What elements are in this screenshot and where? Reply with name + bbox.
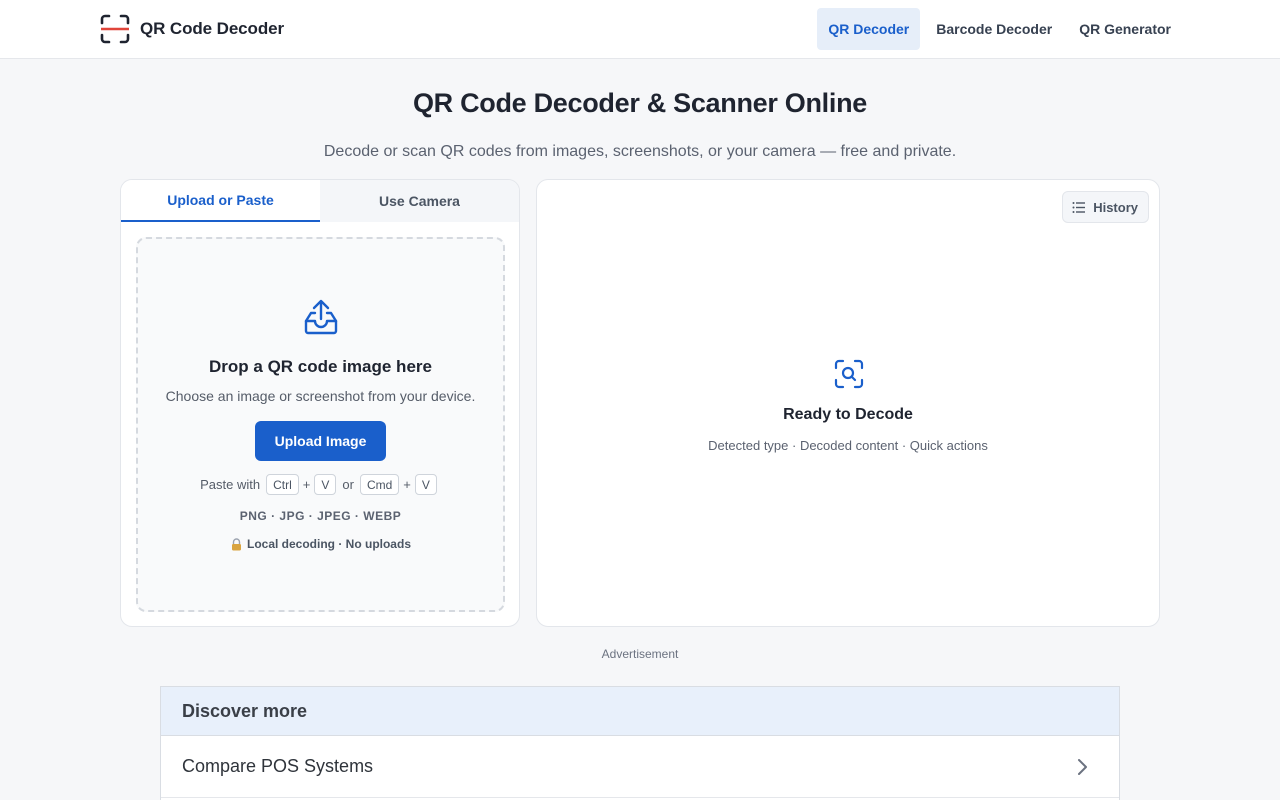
- result-card: History Ready to Decode Detected type · …: [536, 179, 1160, 627]
- dropzone-title: Drop a QR code image here: [209, 357, 432, 376]
- upload-tray-icon: [304, 299, 338, 335]
- key-v: V: [314, 474, 337, 495]
- list-icon: [1072, 201, 1086, 213]
- page-title: QR Code Decoder & Scanner Online: [412, 88, 867, 118]
- lock-icon: [231, 537, 241, 550]
- history-button[interactable]: History: [1062, 191, 1149, 223]
- chevron-right-icon: [1078, 758, 1087, 775]
- tab-upload-paste[interactable]: Upload or Paste: [121, 180, 320, 222]
- advertisement-label: Advertisement: [601, 647, 679, 661]
- paste-prefix: Paste with: [200, 477, 261, 492]
- nav-barcode-decoder[interactable]: Barcode Decoder: [925, 8, 1063, 50]
- scan-search-icon: [834, 359, 864, 389]
- top-navbar: QR Code Decoder QR Decoder Barcode Decod…: [0, 0, 1280, 59]
- privacy-text: Local decoding · No uploads: [246, 537, 411, 551]
- discover-title: Discover more: [161, 687, 1119, 736]
- upload-image-button[interactable]: Upload Image: [255, 421, 386, 461]
- tab-use-camera[interactable]: Use Camera: [320, 180, 519, 222]
- key-cmd: Cmd: [359, 474, 400, 495]
- input-card: Upload or Paste Use Camera Drop a QR cod…: [120, 179, 520, 627]
- scan-frame-icon: [100, 14, 130, 44]
- discover-item-label: Compare POS Systems: [182, 756, 374, 776]
- nav-qr-decoder[interactable]: QR Decoder: [817, 8, 921, 50]
- dropzone-subtitle: Choose an image or screenshot from your …: [165, 388, 476, 404]
- main-nav: QR Decoder Barcode Decoder QR Generator: [812, 8, 1182, 50]
- ready-title: Ready to Decode: [783, 406, 913, 423]
- paste-hint: Paste with Ctrl + V or Cmd + V: [138, 474, 503, 495]
- key-ctrl: Ctrl: [266, 474, 299, 495]
- page-subtitle: Decode or scan QR codes from images, scr…: [323, 143, 957, 160]
- supported-formats: PNG · JPG · JPEG · WEBP: [239, 509, 402, 523]
- discover-item[interactable]: Compare POS Systems: [161, 736, 1119, 798]
- key-v: V: [414, 474, 437, 495]
- plus-sign: +: [302, 477, 311, 492]
- input-tabs: Upload or Paste Use Camera: [121, 180, 519, 222]
- ready-subtitle: Detected type · Decoded content · Quick …: [708, 438, 988, 453]
- brand-name: QR Code Decoder: [140, 19, 284, 38]
- privacy-note: Local decoding · No uploads: [138, 537, 503, 551]
- history-label: History: [1093, 199, 1138, 215]
- or-text: or: [342, 477, 354, 492]
- discover-more-panel: Discover more Compare POS Systems: [160, 686, 1120, 800]
- nav-qr-generator[interactable]: QR Generator: [1068, 8, 1182, 50]
- drop-zone[interactable]: Drop a QR code image here Choose an imag…: [136, 237, 505, 612]
- brand[interactable]: QR Code Decoder: [99, 13, 284, 45]
- plus-sign: +: [403, 477, 411, 492]
